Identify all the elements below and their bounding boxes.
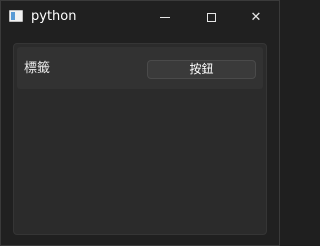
minimize-button[interactable]: [142, 1, 188, 33]
python-window-icon: [9, 10, 23, 22]
content-panel: 標籤 按鈕: [13, 43, 267, 235]
window-title: python: [31, 9, 77, 24]
close-icon: ✕: [250, 9, 262, 25]
minimize-icon: [160, 16, 170, 18]
close-button[interactable]: ✕: [233, 1, 279, 33]
label-text: 標籤: [24, 61, 51, 76]
maximize-icon: [206, 12, 216, 22]
app-window: python ✕ 標籤 按鈕: [0, 0, 280, 246]
form-row: 標籤 按鈕: [17, 47, 263, 89]
maximize-button[interactable]: [188, 1, 234, 33]
title-bar[interactable]: python ✕: [1, 1, 279, 33]
action-button[interactable]: 按鈕: [147, 60, 256, 79]
